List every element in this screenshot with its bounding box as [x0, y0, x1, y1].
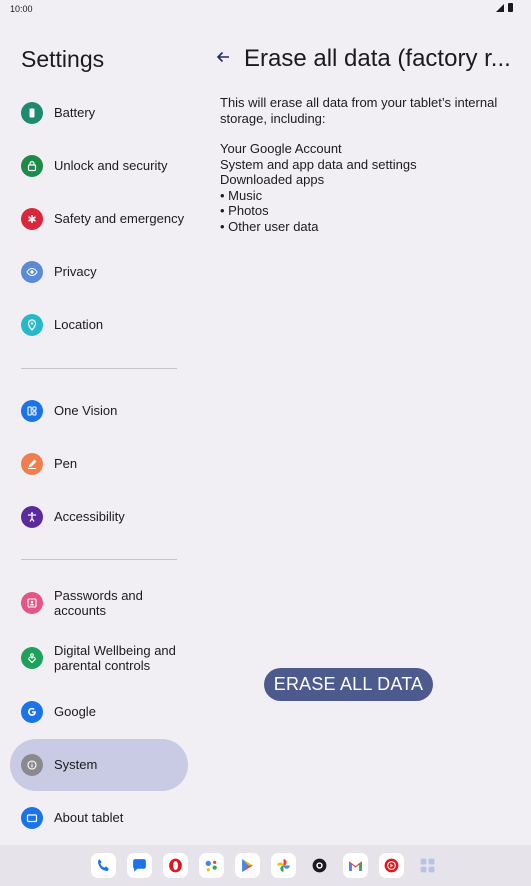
- accessibility-icon: [21, 506, 43, 528]
- sidebar-item-google[interactable]: Google: [10, 686, 188, 738]
- sidebar-item-passwords-accounts[interactable]: Passwords and accounts: [10, 577, 188, 629]
- sidebar-item-label: Google: [54, 704, 96, 720]
- sidebar-item-label: Passwords and accounts: [54, 587, 143, 619]
- sidebar-item-accessibility[interactable]: Accessibility: [10, 491, 188, 543]
- erase-all-data-button[interactable]: ERASE ALL DATA: [264, 668, 433, 701]
- page-title: Erase all data (factory r...: [244, 45, 511, 72]
- lock-icon: [21, 155, 43, 177]
- sidebar-item-about-tablet[interactable]: About tablet: [10, 792, 188, 844]
- status-time: 10:00: [10, 4, 33, 14]
- play-store-app-icon[interactable]: [235, 853, 260, 878]
- sidebar-item-label: Pen: [54, 456, 78, 472]
- youtube-music-app-icon[interactable]: [379, 853, 404, 878]
- status-bar: 10:00: [0, 0, 531, 18]
- info-icon: [21, 754, 43, 776]
- list-item: • Other user data: [220, 218, 319, 234]
- sidebar-item-pen[interactable]: Pen: [10, 438, 188, 490]
- sidebar-item-system[interactable]: System: [10, 739, 188, 791]
- taskbar: [0, 845, 531, 886]
- sidebar-item-digital-wellbeing[interactable]: Digital Wellbeing and parental controls: [10, 632, 188, 684]
- list-item: Downloaded apps: [220, 172, 325, 187]
- back-arrow-icon: [216, 51, 229, 63]
- tablet-icon: [21, 807, 43, 829]
- divider: [21, 559, 177, 560]
- back-button[interactable]: [212, 46, 234, 68]
- list-item: Your Google Account: [220, 141, 342, 156]
- assistant-app-icon[interactable]: [199, 853, 224, 878]
- messages-app-icon[interactable]: [127, 853, 152, 878]
- sidebar-item-label: Battery: [54, 105, 96, 121]
- google-icon: [21, 701, 43, 723]
- sidebar-item-label: Accessibility: [54, 509, 125, 525]
- sidebar-item-label: Privacy: [54, 264, 97, 280]
- sidebar-item-label: Unlock and security: [54, 158, 168, 174]
- gmail-app-icon[interactable]: [343, 853, 368, 878]
- sidebar-item-label: One Vision: [54, 403, 118, 419]
- pen-icon: [21, 453, 43, 475]
- sidebar-item-battery[interactable]: Battery: [10, 87, 188, 139]
- sidebar-item-location[interactable]: Location: [10, 299, 188, 351]
- photos-app-icon[interactable]: [271, 853, 296, 878]
- app-drawer-icon[interactable]: [415, 853, 440, 878]
- eye-icon: [21, 261, 43, 283]
- list-item: • Photos: [220, 203, 269, 218]
- signal-icon: [496, 3, 504, 12]
- opera-app-icon[interactable]: [163, 853, 188, 878]
- sidebar-item-label: Digital Wellbeing and parental controls: [54, 642, 176, 674]
- camera-app-icon[interactable]: [307, 853, 332, 878]
- asterisk-icon: [21, 208, 43, 230]
- sidebar-item-label: Safety and emergency: [54, 211, 185, 227]
- sidebar-item-safety-emergency[interactable]: Safety and emergency: [10, 193, 188, 245]
- sidebar-item-label: About tablet: [54, 810, 124, 826]
- sidebar-item-unlock-security[interactable]: Unlock and security: [10, 140, 188, 192]
- battery-icon: [21, 102, 43, 124]
- list-item: • Music: [220, 187, 263, 203]
- settings-title: Settings: [21, 46, 105, 72]
- erase-description: This will erase all data from your table…: [220, 95, 498, 126]
- sidebar-item-label: System: [54, 757, 98, 773]
- list-item: System and app data and settings: [220, 156, 417, 172]
- battery-status-icon: [508, 3, 513, 12]
- account-box-icon: [21, 592, 43, 614]
- erase-items-list: Your Google Account System and app data …: [220, 141, 510, 234]
- sidebar-item-one-vision[interactable]: One Vision: [10, 385, 188, 437]
- phone-app-icon[interactable]: [91, 853, 116, 878]
- sidebar-item-privacy[interactable]: Privacy: [10, 246, 188, 298]
- status-icons: [496, 3, 513, 12]
- sidebar-item-label: Location: [54, 317, 104, 333]
- wellbeing-icon: [21, 647, 43, 669]
- location-pin-icon: [21, 314, 43, 336]
- divider: [21, 368, 177, 369]
- grid-icon: [21, 400, 43, 422]
